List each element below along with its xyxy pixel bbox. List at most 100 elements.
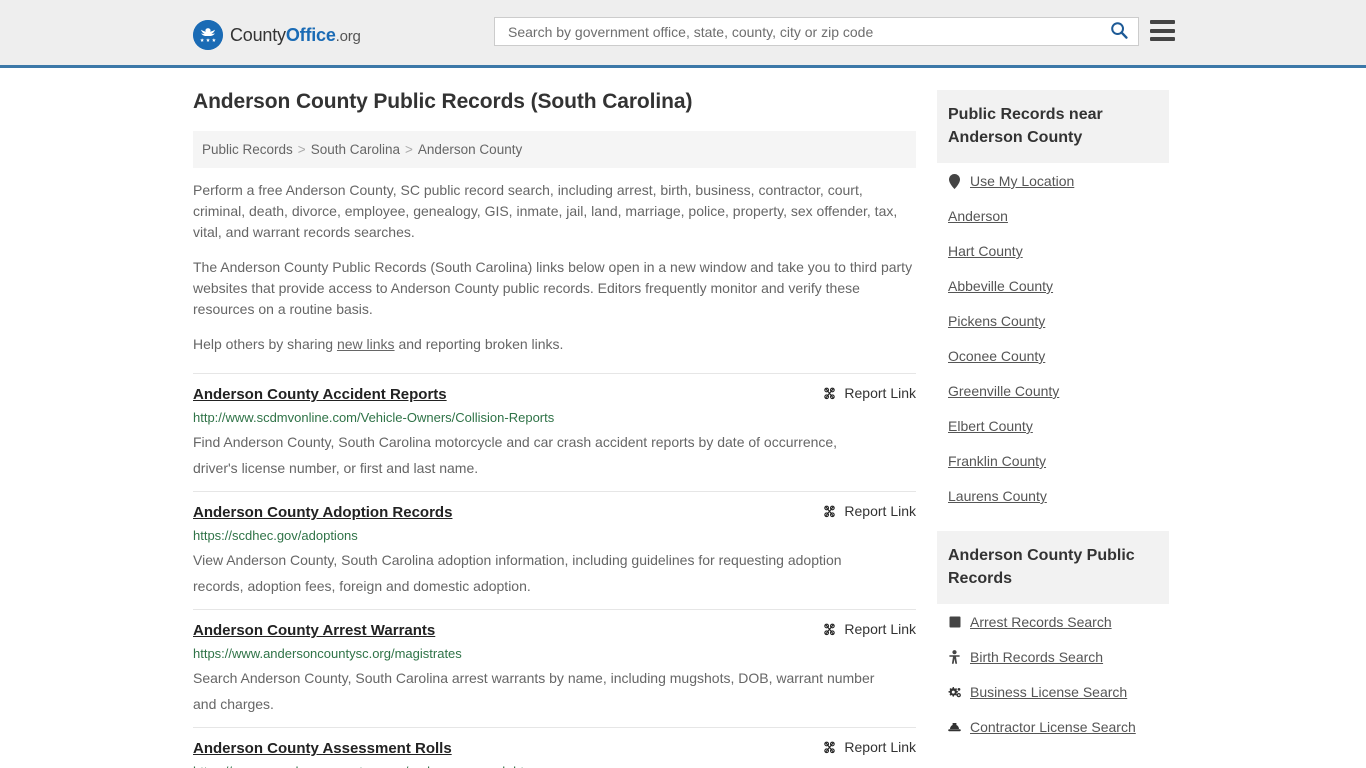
eagle-shield-logo-icon <box>193 20 223 50</box>
record-url[interactable]: https://www.andersoncountysc.org/magistr… <box>193 645 916 662</box>
sidebar: Public Records near Anderson County Use … <box>937 90 1169 768</box>
sidebar-nearby-item[interactable]: Oconee County <box>937 338 1169 373</box>
page-title: Anderson County Public Records (South Ca… <box>193 90 693 113</box>
search-button[interactable] <box>1108 21 1130 43</box>
sidebar-record-item[interactable]: Arrest Records Search <box>937 604 1169 639</box>
intro-paragraph-2: The Anderson County Public Records (Sout… <box>193 259 913 317</box>
sidebar-nearby-link[interactable]: Franklin County <box>948 453 1046 469</box>
share-text-before: Help others by sharing <box>193 336 337 352</box>
sidebar-nearby-item[interactable]: Use My Location <box>937 163 1169 198</box>
sidebar-record-link[interactable]: Arrest Records Search <box>970 614 1112 630</box>
report-link-button[interactable]: Report Link <box>823 385 916 401</box>
site-logo[interactable]: CountyOffice.org <box>193 20 361 50</box>
record-header: Anderson County Adoption Records Report L… <box>193 503 916 522</box>
sidebar-nearby-link[interactable]: Oconee County <box>948 348 1045 364</box>
hard-hat-icon <box>948 720 961 735</box>
breadcrumb: Public Records > South Carolina > Anderson C… <box>193 131 916 168</box>
report-link-label: Report Link <box>844 385 916 401</box>
logo-wordmark: CountyOffice.org <box>230 25 361 46</box>
record-title-link[interactable]: Anderson County Arrest Warrants <box>193 621 435 640</box>
sidebar-nearby-link[interactable]: Laurens County <box>948 488 1047 504</box>
sidebar-nearby-item[interactable]: Anderson <box>937 198 1169 233</box>
logo-word-county: County <box>230 24 286 45</box>
new-links-link[interactable]: new links <box>337 336 395 352</box>
hamburger-bar <box>1150 20 1175 24</box>
sidebar-card-nearby: Public Records near Anderson County Use … <box>937 90 1169 513</box>
record-title-link[interactable]: Anderson County Adoption Records <box>193 503 452 522</box>
gears-icon <box>948 685 961 700</box>
hamburger-menu-icon[interactable] <box>1150 20 1175 41</box>
report-link-button[interactable]: Report Link <box>823 621 916 637</box>
record-description: Find Anderson County, South Carolina mot… <box>193 434 838 476</box>
breadcrumb-separator: > <box>297 142 306 157</box>
sidebar-nearby-link[interactable]: Hart County <box>948 243 1023 259</box>
search-icon <box>1110 21 1128 42</box>
search-input[interactable] <box>506 18 1108 45</box>
sidebar-nearby-list: Use My Location Anderson Hart County Abbevi… <box>937 163 1169 513</box>
record-url[interactable]: https://scdhec.gov/adoptions <box>193 527 916 544</box>
record-description: View Anderson County, South Carolina ado… <box>193 552 842 594</box>
sidebar-record-link[interactable]: Birth Records Search <box>970 649 1103 665</box>
sidebar-nearby-link[interactable]: Abbeville County <box>948 278 1053 294</box>
breadcrumb-item-anderson-county[interactable]: Anderson County <box>418 142 522 157</box>
sidebar-nearby-item[interactable]: Greenville County <box>937 373 1169 408</box>
broken-link-icon <box>823 504 836 519</box>
sidebar-record-link[interactable]: Business License Search <box>970 684 1127 700</box>
hamburger-bar <box>1150 28 1175 33</box>
breadcrumb-separator: > <box>405 142 413 157</box>
sidebar-nearby-link[interactable]: Greenville County <box>948 383 1059 399</box>
record-item: Anderson County Arrest Warrants Report Li… <box>193 609 916 727</box>
sidebar-heading-nearby: Public Records near Anderson County <box>937 90 1169 163</box>
sidebar-record-item[interactable]: Contractor License Search <box>937 709 1169 744</box>
sidebar-card-records: Anderson County Public Records Arrest Re… <box>937 531 1169 744</box>
sidebar-nearby-item[interactable]: Franklin County <box>937 443 1169 478</box>
sidebar-nearby-item[interactable]: Laurens County <box>937 478 1169 513</box>
map-pin-icon <box>948 173 961 189</box>
sidebar-nearby-item[interactable]: Elbert County <box>937 408 1169 443</box>
record-item: Anderson County Assessment Rolls Report L… <box>193 727 916 768</box>
sidebar-nearby-link[interactable]: Pickens County <box>948 313 1045 329</box>
record-title-link[interactable]: Anderson County Assessment Rolls <box>193 739 452 758</box>
record-title-link[interactable]: Anderson County Accident Reports <box>193 385 447 404</box>
share-text-after: and reporting broken links. <box>394 336 564 352</box>
breadcrumb-item-public-records[interactable]: Public Records <box>202 142 293 157</box>
sidebar-record-item[interactable]: Business License Search <box>937 674 1169 709</box>
logo-word-org: .org <box>335 27 361 45</box>
report-link-button[interactable]: Report Link <box>823 503 916 519</box>
logo-word-office: Office <box>285 24 336 45</box>
intro-paragraph-3: Help others by sharing new links and rep… <box>193 334 916 355</box>
sidebar-nearby-item[interactable]: Hart County <box>937 233 1169 268</box>
sidebar-nearby-item[interactable]: Pickens County <box>937 303 1169 338</box>
record-item: Anderson County Adoption Records Report L… <box>193 491 916 609</box>
breadcrumb-item-south-carolina[interactable]: South Carolina <box>311 142 400 157</box>
sidebar-nearby-link[interactable]: Elbert County <box>948 418 1033 434</box>
record-header: Anderson County Assessment Rolls Report L… <box>193 739 916 758</box>
sidebar-nearby-link[interactable]: Anderson <box>948 208 1008 224</box>
broken-link-icon <box>823 622 836 637</box>
main-content: Anderson County Public Records (South Ca… <box>193 90 916 768</box>
report-link-label: Report Link <box>844 621 916 637</box>
record-url[interactable]: http://www.scdmvonline.com/Vehicle-Owner… <box>193 409 916 426</box>
hamburger-bar <box>1150 37 1175 41</box>
site-header: CountyOffice.org <box>0 0 1366 68</box>
record-description: Search Anderson County, South Carolina a… <box>193 670 875 712</box>
sidebar-record-item[interactable]: Birth Records Search <box>937 639 1169 674</box>
record-url[interactable]: https://acpass.andersoncountysc.org/real… <box>193 763 916 768</box>
sidebar-heading-records: Anderson County Public Records <box>937 531 1169 604</box>
intro-paragraph-1: Perform a free Anderson County, SC publi… <box>193 182 898 240</box>
intro-text: Perform a free Anderson County, SC publi… <box>193 180 916 355</box>
records-list: Anderson County Accident Reports Report L… <box>193 373 916 768</box>
record-item: Anderson County Accident Reports Report L… <box>193 373 916 491</box>
sidebar-record-link[interactable]: Contractor License Search <box>970 719 1136 735</box>
record-header: Anderson County Accident Reports Report L… <box>193 385 916 404</box>
sidebar-records-list: Arrest Records Search Birth Records Searc… <box>937 604 1169 744</box>
baby-icon <box>948 650 961 665</box>
report-link-label: Report Link <box>844 739 916 755</box>
broken-link-icon <box>823 386 836 401</box>
search-bar <box>494 17 1139 46</box>
sidebar-nearby-link[interactable]: Use My Location <box>970 173 1074 189</box>
report-link-label: Report Link <box>844 503 916 519</box>
broken-link-icon <box>823 740 836 755</box>
report-link-button[interactable]: Report Link <box>823 739 916 755</box>
sidebar-nearby-item[interactable]: Abbeville County <box>937 268 1169 303</box>
